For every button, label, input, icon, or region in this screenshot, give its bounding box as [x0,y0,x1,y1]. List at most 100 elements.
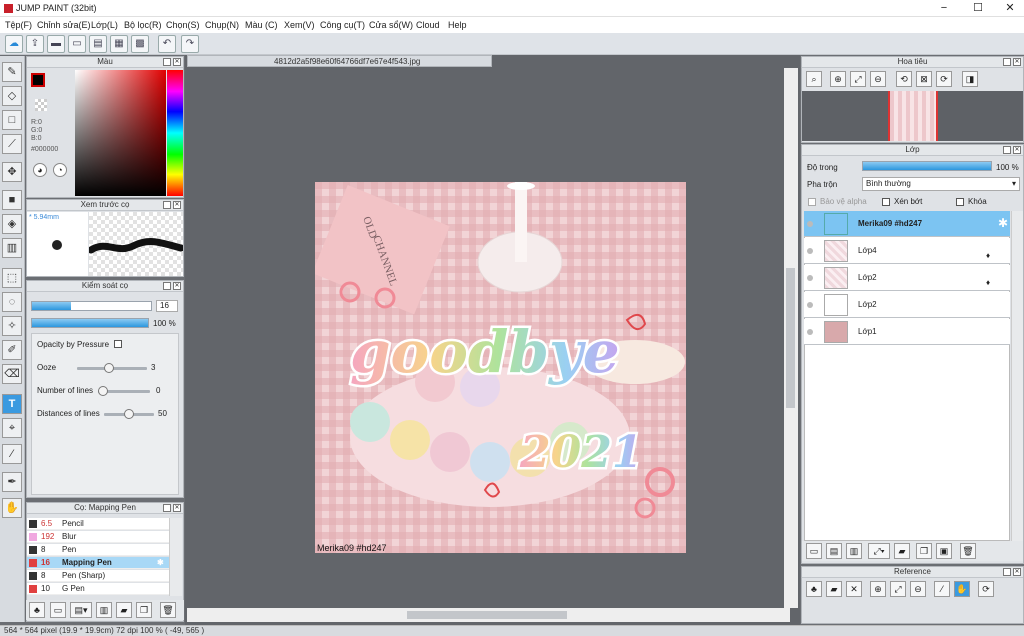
visibility-eye-icon[interactable] [807,221,813,227]
opacity-by-pressure-checkbox[interactable] [114,340,122,348]
brush-item[interactable]: 192 Blur [27,531,169,543]
duplicate-layer-icon[interactable]: ❐ [916,543,932,559]
brush-opacity-slider[interactable] [31,318,149,328]
panel-close-icon[interactable]: ✕ [173,282,181,290]
flip-icon[interactable]: ◨ [962,71,978,87]
brush-copy-icon[interactable]: ▥ [96,602,112,618]
panel-float-icon[interactable] [163,201,171,209]
redo-icon[interactable]: ↷ [181,35,199,53]
layer-row[interactable]: Lớp2 [804,292,1010,318]
menu-file[interactable]: Tệp(F) [5,20,32,30]
hue-slider[interactable] [167,70,183,196]
select-eraser-tool-icon[interactable]: ⌫ [2,364,22,384]
layer-row[interactable]: Lớp2 ♦ [804,265,1010,291]
reference-open-icon[interactable]: ▰ [826,581,842,597]
document-tab[interactable]: 4812d2a5f98e60f64766df7e67e4f543.jpg [187,55,492,67]
select-lasso-tool-icon[interactable]: ◌ [2,292,22,312]
panel-close-icon[interactable]: ✕ [173,201,181,209]
menu-layer[interactable]: Lớp(L) [91,20,118,30]
comment-icon[interactable]: ▬ [47,35,65,53]
reference-close-icon[interactable]: ✕ [846,581,862,597]
reference-eyedropper-icon[interactable]: ⁄ [934,581,950,597]
menu-color[interactable]: Màu (C) [245,20,278,30]
artwork-canvas[interactable]: CHANNEL OLD goodbye 2021 Merika09 #hd247 [315,182,686,553]
maximize-button[interactable]: ☐ [962,0,994,17]
visibility-eye-icon[interactable] [807,275,813,281]
blend-mode-select[interactable]: Bình thường ▾ [862,177,1020,191]
brush-item-selected[interactable]: 16 Mapping Pen ✱ [27,557,169,569]
panel-close-icon[interactable]: ✕ [173,58,181,66]
brush-list-scrollbar[interactable] [169,518,182,596]
brush-duplicate-icon[interactable]: ❐ [136,602,152,618]
panel-float-icon[interactable] [163,58,171,66]
reference-hand-icon[interactable]: ✋ [954,581,970,597]
foreground-swatch[interactable] [33,75,43,85]
line-tool-icon[interactable]: ⟋ [2,134,22,154]
brush-item[interactable]: 10 G Pen [27,583,169,595]
rectangle-tool-icon[interactable]: □ [2,110,22,130]
menu-window[interactable]: Cửa sổ(W) [369,20,413,30]
new-special-layer-icon[interactable]: ⤢▾ [868,543,890,559]
delete-layer-icon[interactable]: 🗑 [960,543,976,559]
brush-size-field[interactable]: 16 [156,300,178,312]
visibility-eye-icon[interactable] [807,248,813,254]
eraser-tool-icon[interactable]: ◇ [2,86,22,106]
new-1bit-layer-icon[interactable]: ▥ [846,543,862,559]
layer-opacity-slider[interactable] [862,161,992,171]
fit-icon[interactable]: ⤢ [850,71,866,87]
page-icon[interactable]: ▤ [89,35,107,53]
operation-tool-icon[interactable]: ⌖ [2,418,22,438]
rotate-reset-icon[interactable]: ⊠ [916,71,932,87]
zoom-icon[interactable]: ⌕ [806,71,822,87]
vertical-scrollbar[interactable] [784,68,798,608]
brush-size-slider[interactable] [31,301,152,311]
minimize-button[interactable]: − [928,0,960,17]
reference-rotate-icon[interactable]: ⟳ [978,581,994,597]
ooze-slider-knob[interactable] [104,363,114,373]
new-folder-icon[interactable]: ▰ [894,543,910,559]
transparent-swatch[interactable] [35,99,47,111]
brush-new-dropdown-icon[interactable]: ▤▾ [70,602,92,618]
layer-row[interactable]: Lớp1 [804,319,1010,345]
merge-layer-icon[interactable]: ▣ [936,543,952,559]
reference-cloud-icon[interactable]: ♣ [806,581,822,597]
layer-settings-gear-icon[interactable]: ✱ [998,216,1008,230]
menu-filter[interactable]: Bộ lọc(R) [124,20,162,30]
menu-cloud[interactable]: Cloud [416,20,440,30]
protect-alpha-checkbox[interactable] [808,198,816,206]
horizontal-scrollbar[interactable] [187,608,790,622]
brush-item[interactable]: 8 Pen (Sharp) [27,570,169,582]
brush-item[interactable]: 8 Pen [27,544,169,556]
layer-row[interactable]: Lớp4 ♦ [804,238,1010,264]
grid-icon[interactable]: ▩ [131,35,149,53]
select-pen-tool-icon[interactable]: ✐ [2,340,22,360]
fill-rect-tool-icon[interactable]: ■ [2,190,22,210]
brush-delete-icon[interactable]: 🗑 [160,602,176,618]
menu-select[interactable]: Chọn(S) [166,20,200,30]
color-wheel-icon[interactable]: ◕ [33,163,47,177]
brush-item[interactable]: 6.5 Pencil [27,518,169,530]
color-palette-icon[interactable]: ◔ [53,163,67,177]
visibility-eye-icon[interactable] [807,329,813,335]
menu-tools[interactable]: Công cụ(T) [320,20,365,30]
panel-close-icon[interactable]: ✕ [1013,146,1021,154]
layout-icon[interactable]: ▦ [110,35,128,53]
brush-settings-gear-icon[interactable]: ✱ [157,557,164,568]
layer-row-selected[interactable]: Merika09 #hd247 ✱ [804,211,1010,237]
text-tool-icon[interactable]: T [2,394,22,414]
distances-of-lines-knob[interactable] [124,409,134,419]
panel-float-icon[interactable] [1003,568,1011,576]
hand-tool-icon[interactable]: ✋ [2,498,22,518]
export-icon[interactable]: ⇪ [26,35,44,53]
new-halftone-layer-icon[interactable]: ▤ [826,543,842,559]
panel-float-icon[interactable] [1003,146,1011,154]
rotate-right-icon[interactable]: ⟳ [936,71,952,87]
magic-wand-tool-icon[interactable]: ✧ [2,316,22,336]
bucket-tool-icon[interactable]: ◈ [2,214,22,234]
undo-icon[interactable]: ↶ [158,35,176,53]
brush-add-icon[interactable]: ▭ [50,602,66,618]
lock-checkbox[interactable] [956,198,964,206]
gradient-tool-icon[interactable]: ▥ [2,238,22,258]
brush-cloud-icon[interactable]: ♣ [29,602,45,618]
close-button[interactable]: ✕ [994,0,1024,17]
